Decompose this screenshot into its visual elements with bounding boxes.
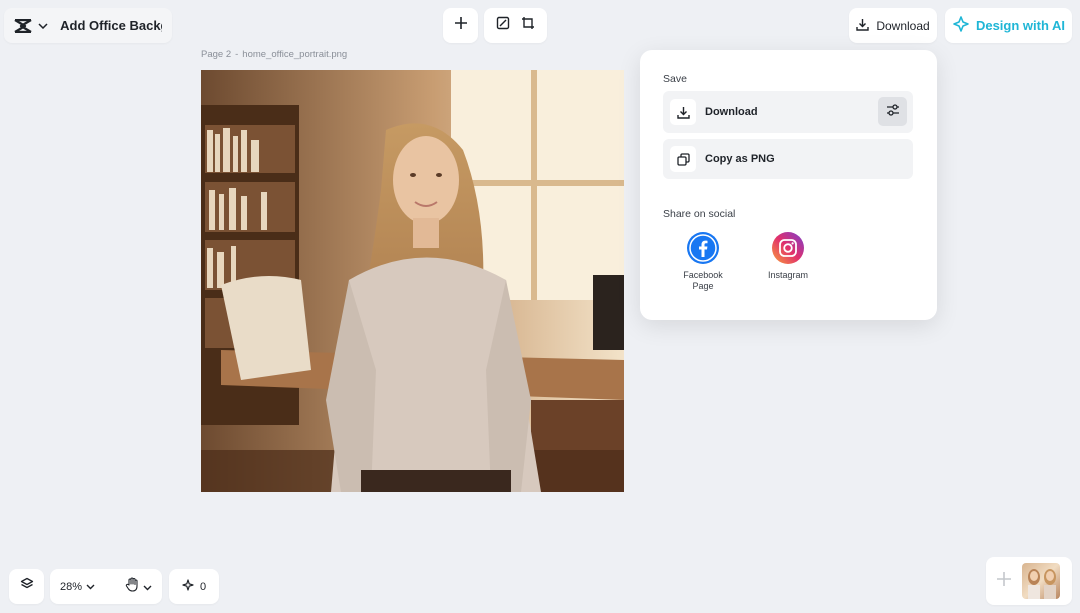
facebook-label-line1: Facebook	[683, 270, 723, 280]
chevron-down-icon	[143, 578, 152, 596]
share-section-title: Share on social	[663, 208, 736, 220]
ai-credit-count: 0	[199, 580, 207, 593]
share-facebook-page[interactable]: Facebook Page	[668, 232, 738, 292]
canvas-tools	[484, 8, 547, 43]
page-separator: -	[235, 49, 239, 60]
capcut-logo-icon	[14, 15, 32, 37]
download-label: Download	[876, 18, 930, 33]
add-button[interactable]	[443, 8, 478, 43]
page-number: Page 2	[201, 49, 232, 60]
ai-sparkle-icon	[952, 15, 970, 36]
design-with-ai-button[interactable]: Design with AI	[945, 8, 1072, 43]
download-button[interactable]: Download	[849, 8, 937, 43]
copy-as-png-option[interactable]: Copy as PNG	[663, 139, 913, 179]
download-option[interactable]: Download	[663, 91, 913, 133]
save-section-title: Save	[663, 73, 687, 85]
plus-icon	[996, 571, 1012, 592]
share-instagram[interactable]: Instagram	[753, 232, 823, 281]
instagram-label: Instagram	[767, 270, 809, 280]
download-icon	[856, 18, 870, 34]
plus-icon	[454, 16, 468, 35]
add-page-button[interactable]	[992, 563, 1016, 599]
project-menu[interactable]: Add Office Backgr...	[4, 8, 172, 43]
sparkle-icon	[182, 579, 194, 594]
copy-as-png-label: Copy as PNG	[705, 153, 775, 165]
copy-icon	[670, 146, 696, 172]
zoom-controls: 28%	[50, 569, 162, 604]
layers-button[interactable]	[9, 569, 44, 604]
pages-panel	[986, 557, 1072, 605]
page-thumbnail[interactable]	[1022, 563, 1060, 599]
zoom-level: 28%	[60, 580, 83, 593]
file-name[interactable]: home_office_portrait.png	[242, 49, 347, 60]
layers-icon	[20, 577, 34, 596]
hand-icon	[125, 576, 139, 597]
zoom-dropdown[interactable]: 28%	[60, 581, 95, 593]
ai-credits-button[interactable]: 0	[169, 569, 219, 604]
design-with-ai-label: Design with AI	[975, 18, 1066, 33]
resize-icon[interactable]	[496, 16, 510, 35]
hand-tool-dropdown[interactable]	[125, 576, 152, 597]
chevron-down-icon	[86, 581, 95, 593]
photo-illustration	[201, 70, 624, 492]
download-settings-button[interactable]	[878, 97, 907, 126]
facebook-page-label: Facebook Page	[683, 270, 723, 292]
chevron-down-icon[interactable]	[38, 20, 48, 32]
thumbnail-illustration	[1028, 569, 1056, 599]
facebook-label-line2: Page	[692, 280, 714, 291]
facebook-icon	[687, 232, 719, 264]
download-panel: Save Download Copy as PNG Share on socia…	[640, 50, 937, 320]
download-option-label: Download	[705, 106, 758, 118]
canvas-photo[interactable]	[201, 70, 624, 492]
crop-icon[interactable]	[521, 16, 535, 35]
sliders-icon	[886, 103, 900, 121]
instagram-icon	[772, 232, 804, 264]
project-title[interactable]: Add Office Backgr...	[60, 18, 162, 33]
download-icon	[670, 99, 696, 125]
page-label: Page 2- home_office_portrait.png	[201, 49, 347, 60]
